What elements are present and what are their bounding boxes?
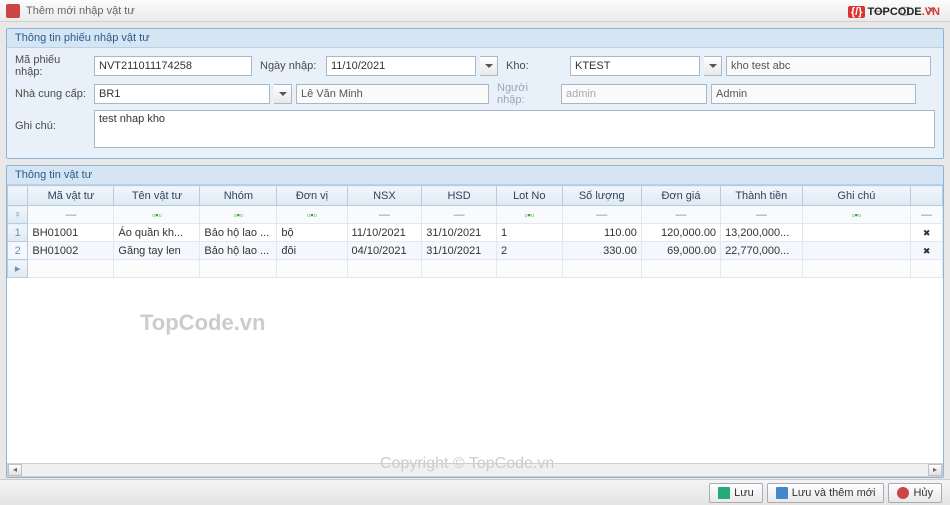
cancel-icon	[897, 487, 909, 499]
kho-dropdown-icon[interactable]	[704, 56, 722, 76]
ncc-dropdown-icon[interactable]	[274, 84, 292, 104]
app-icon	[6, 4, 20, 18]
scroll-left-icon[interactable]: ◂	[8, 464, 22, 476]
col-nhom[interactable]: Nhóm	[200, 186, 277, 206]
col-hsd[interactable]: HSD	[422, 186, 497, 206]
textarea-ghichu[interactable]: test nhap kho	[94, 110, 935, 148]
grid-header-row: Mã vật tư Tên vật tư Nhóm Đơn vị NSX HSD…	[8, 186, 943, 206]
panel-material-info: Thông tin vật tư Mã vật tư Tên vật tư	[6, 165, 944, 478]
save-icon	[718, 487, 730, 499]
input-nguoi-nhap-name	[711, 84, 916, 104]
scroll-right-icon[interactable]: ▸	[928, 464, 942, 476]
cancel-button[interactable]: Hủy	[888, 483, 942, 503]
input-ma-phieu[interactable]	[94, 56, 252, 76]
label-nguoi-nhap: Người nhập:	[497, 82, 557, 106]
col-don-gia[interactable]: Đơn giá	[641, 186, 720, 206]
minimize-button[interactable]: —	[866, 5, 892, 17]
label-ma-phieu: Mã phiếu nhập:	[15, 54, 90, 78]
col-lot-no[interactable]: Lot No	[496, 186, 562, 206]
panel-receipt-info: Thông tin phiếu nhập vật tư Mã phiếu nhậ…	[6, 28, 944, 159]
date-dropdown-icon[interactable]	[480, 56, 498, 76]
table-row[interactable]: 2BH01002Găng tay lenBảo hộ lao ...đôi04/…	[8, 242, 943, 260]
col-ma-vat-tu[interactable]: Mã vật tư	[28, 186, 114, 206]
delete-row-icon[interactable]	[911, 224, 943, 242]
col-nsx[interactable]: NSX	[347, 186, 422, 206]
input-ncc-code[interactable]	[94, 84, 270, 104]
footer-bar: Lưu Lưu và thêm mới Hủy	[0, 479, 950, 505]
grid-horizontal-scrollbar[interactable]: ◂ ▸	[7, 463, 943, 477]
input-ngay-nhap[interactable]	[326, 56, 476, 76]
material-grid[interactable]: Mã vật tư Tên vật tư Nhóm Đơn vị NSX HSD…	[7, 185, 943, 278]
label-ngay-nhap: Ngày nhập:	[260, 60, 322, 72]
save-new-icon	[776, 487, 788, 499]
label-ghichu: Ghi chú:	[15, 110, 90, 132]
input-kho-code[interactable]	[570, 56, 700, 76]
col-don-vi[interactable]: Đơn vị	[277, 186, 347, 206]
col-thanh-tien[interactable]: Thành tiền	[721, 186, 803, 206]
window-title: Thêm mới nhập vật tư	[26, 5, 135, 17]
label-kho: Kho:	[506, 60, 566, 72]
input-kho-name	[726, 56, 931, 76]
col-ghi-chu[interactable]: Ghi chú	[802, 186, 911, 206]
maximize-button[interactable]: ▢	[892, 4, 918, 17]
new-row-placeholder[interactable]: ▸	[8, 260, 943, 278]
input-nguoi-nhap-code	[561, 84, 707, 104]
panel-receipt-title: Thông tin phiếu nhập vật tư	[7, 29, 943, 47]
save-and-new-button[interactable]: Lưu và thêm mới	[767, 483, 885, 503]
input-ncc-name	[296, 84, 489, 104]
save-button[interactable]: Lưu	[709, 483, 763, 503]
window-titlebar: Thêm mới nhập vật tư — ▢ ✕	[0, 0, 950, 22]
table-row[interactable]: 1BH01001Áo quần kh...Bảo hộ lao ...bộ11/…	[8, 224, 943, 242]
label-ncc: Nhà cung cấp:	[15, 88, 90, 100]
col-so-luong[interactable]: Số lượng	[562, 186, 641, 206]
delete-row-icon[interactable]	[911, 242, 943, 260]
col-ten-vat-tu[interactable]: Tên vật tư	[114, 186, 200, 206]
panel-material-title: Thông tin vật tư	[7, 166, 943, 184]
grid-filter-row[interactable]: ♀ — ▫▪▫ ▫▪▫ ▫▪▫ — — ▫▪▫ — — — ▫▪▫	[8, 206, 943, 224]
close-button[interactable]: ✕	[918, 4, 944, 17]
